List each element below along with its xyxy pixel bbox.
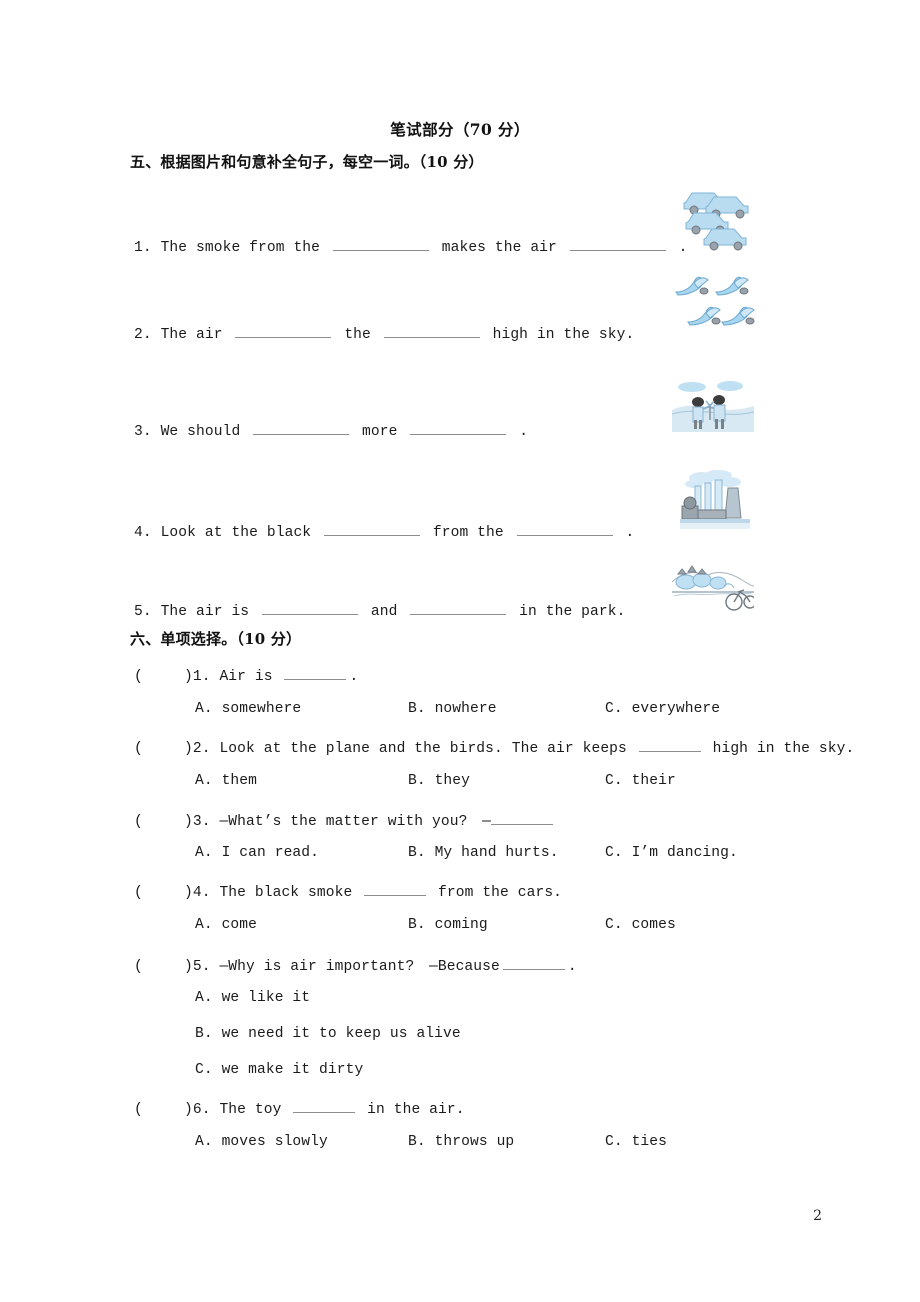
option-a[interactable]: A. I can read.	[195, 845, 319, 861]
option-a[interactable]: A. them	[195, 773, 257, 789]
item-number: 3.	[134, 423, 152, 440]
item-text-before: The smoke from the	[160, 239, 321, 256]
item-text-middle: from the	[432, 524, 504, 541]
mc-question-5-stem: ()5. —Why is air important? —Because.	[134, 954, 577, 975]
option-c[interactable]: C. everywhere	[605, 701, 720, 717]
option-a[interactable]: A. come	[195, 917, 257, 933]
question-number: )6.	[184, 1101, 211, 1118]
answer-blank[interactable]	[502, 955, 565, 970]
stem-text-after: .	[567, 959, 577, 975]
option-c[interactable]: C. I’m dancing.	[605, 845, 738, 861]
traffic-jam-cars-picture	[678, 186, 756, 254]
stem-text-after: high in the sky.	[712, 740, 855, 757]
option-a[interactable]: A. somewhere	[195, 701, 301, 717]
fill-blank-item-2: 2. The air the high in the sky.	[134, 323, 634, 343]
item-text-after: .	[625, 524, 635, 541]
item-number: 1.	[134, 239, 152, 256]
option-b[interactable]: B. My hand hurts.	[408, 845, 559, 861]
option-c[interactable]: C. comes	[605, 917, 676, 933]
answer-blank[interactable]	[235, 323, 332, 338]
option-b[interactable]: B. throws up	[408, 1134, 514, 1150]
item-number: 4.	[134, 524, 152, 541]
factory-smokestacks-picture	[678, 470, 752, 534]
option-b[interactable]: B. they	[408, 773, 470, 789]
mc-question-4-stem: ()4. The black smoke from the cars.	[134, 881, 562, 901]
page-number: 2	[813, 1208, 822, 1224]
item-text-middle: more	[362, 423, 398, 440]
option-c[interactable]: C. their	[605, 773, 676, 789]
stem-text-after: from the cars.	[438, 884, 563, 901]
fill-blank-item-3: 3. We should more .	[134, 420, 528, 440]
answer-parentheses[interactable]: (	[134, 1102, 184, 1118]
flying-birds-picture	[672, 272, 756, 334]
question-number: )4.	[184, 884, 211, 901]
answer-parentheses[interactable]: (	[134, 959, 184, 975]
answer-parentheses[interactable]: (	[134, 741, 184, 757]
stem-text-before: Look at the plane and the birds. The air…	[219, 740, 627, 757]
item-text-before: We should	[160, 423, 241, 440]
answer-blank[interactable]	[410, 420, 507, 435]
stem-text-before: The black smoke	[219, 884, 353, 901]
stem-text-before: Air is	[219, 668, 273, 685]
option-a[interactable]: A. moves slowly	[195, 1134, 328, 1150]
answer-blank[interactable]	[383, 323, 480, 338]
item-number: 5.	[134, 603, 152, 620]
option-b[interactable]: B. we need it to keep us alive	[195, 1026, 461, 1042]
option-c[interactable]: C. ties	[605, 1134, 667, 1150]
question-number: )1.	[184, 668, 211, 685]
mc-question-1-stem: ()1. Air is .	[134, 665, 358, 685]
answer-parentheses[interactable]: (	[134, 814, 184, 830]
page-title: 笔试部分（70 分）	[390, 120, 530, 139]
answer-blank[interactable]	[638, 737, 701, 752]
part-five-heading: 五、根据图片和句意补全句子，每空一词。（10 分）	[130, 153, 484, 171]
fill-blank-item-4: 4. Look at the black from the .	[134, 521, 634, 541]
answer-blank[interactable]	[332, 236, 429, 251]
answer-parentheses[interactable]: (	[134, 669, 184, 685]
part-six-heading: 六、单项选择。（10 分）	[130, 630, 302, 648]
item-text-after: .	[519, 423, 529, 440]
question-number: )3.	[184, 814, 211, 830]
answer-blank[interactable]	[516, 521, 613, 536]
mc-question-6-stem: ()6. The toy in the air.	[134, 1098, 465, 1118]
park-with-bicycle-picture	[672, 562, 754, 614]
stem-text-after: in the air.	[367, 1101, 465, 1118]
option-c[interactable]: C. we make it dirty	[195, 1062, 363, 1078]
item-text-middle: and	[370, 603, 398, 620]
item-text-before: Look at the black	[160, 524, 312, 541]
item-text-after: in the park.	[519, 603, 626, 620]
answer-blank[interactable]	[569, 236, 666, 251]
stem-text-before: The toy	[219, 1101, 282, 1118]
question-number: )5.	[184, 959, 211, 975]
stem-text-before: —Why is air important? —Because	[219, 959, 500, 975]
answer-blank[interactable]	[284, 665, 347, 680]
item-text-middle: the	[344, 326, 371, 343]
fill-blank-item-1: 1. The smoke from the makes the air .	[134, 236, 687, 256]
exam-page: 笔试部分（70 分） 五、根据图片和句意补全句子，每空一词。（10 分） 1. …	[0, 0, 920, 1302]
item-text-before: The air is	[160, 603, 250, 620]
answer-blank[interactable]	[262, 600, 359, 615]
answer-blank[interactable]	[253, 420, 350, 435]
mc-question-3-stem: ()3. —What’s the matter with you? —	[134, 809, 556, 830]
item-text-before: The air	[160, 326, 223, 343]
mc-question-2-stem: ()2. Look at the plane and the birds. Th…	[134, 737, 854, 757]
answer-blank[interactable]	[410, 600, 507, 615]
answer-blank[interactable]	[293, 1098, 356, 1113]
fill-blank-item-5: 5. The air is and in the park.	[134, 600, 625, 620]
item-text-after: high in the sky.	[492, 326, 635, 343]
option-b[interactable]: B. coming	[408, 917, 488, 933]
children-planting-trees-picture	[672, 376, 754, 432]
option-b[interactable]: B. nowhere	[408, 701, 497, 717]
answer-parentheses[interactable]: (	[134, 885, 184, 901]
item-text-middle: makes the air	[441, 239, 557, 256]
item-number: 2.	[134, 326, 152, 343]
option-a[interactable]: A. we like it	[195, 990, 310, 1006]
answer-blank[interactable]	[364, 881, 427, 896]
stem-text-after: .	[349, 668, 359, 685]
answer-blank[interactable]	[491, 810, 554, 825]
answer-blank[interactable]	[324, 521, 421, 536]
stem-text-before: —What’s the matter with you? —	[219, 814, 492, 830]
question-number: )2.	[184, 740, 211, 757]
